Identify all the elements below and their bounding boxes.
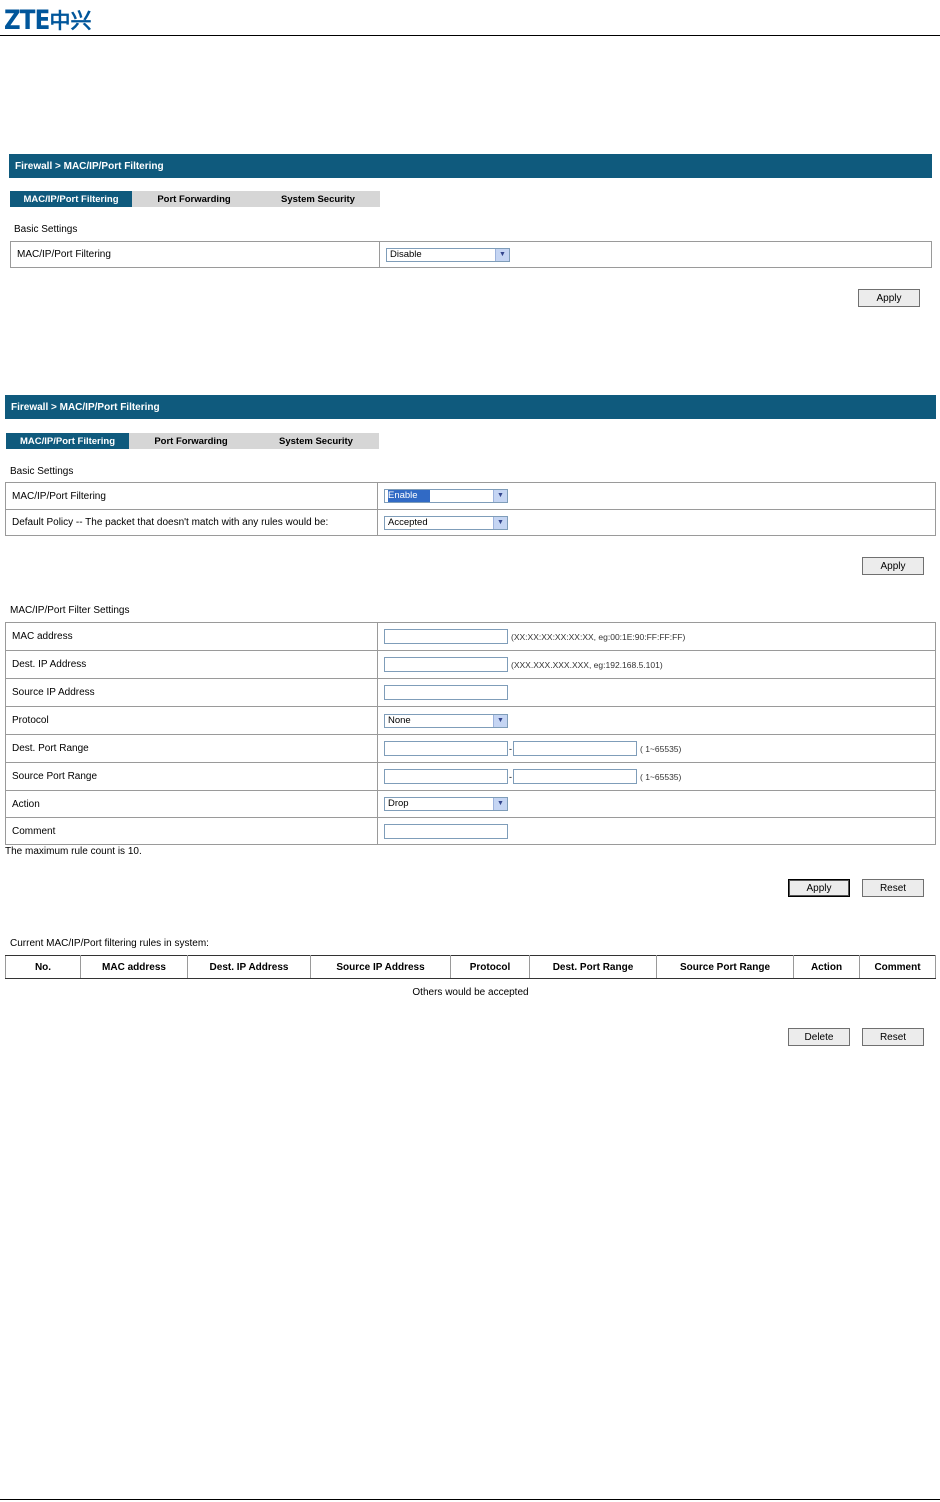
tab-bar-2: MAC/IP/Port Filtering Port Forwarding Sy… [6,433,379,449]
dest-ip-label: Dest. IP Address [5,650,378,679]
basic-settings-heading: Basic Settings [14,224,78,235]
apply-basic-button[interactable]: Apply [862,557,924,575]
protocol-label: Protocol [5,706,378,735]
action-select[interactable]: Drop ▼ [384,797,508,811]
source-ip-cell [377,678,936,707]
source-ip-label: Source IP Address [5,678,378,707]
mac-address-cell: (XX:XX:XX:XX:XX:XX, eg:00:1E:90:FF:FF:FF… [377,622,936,651]
footer-divider [0,1499,940,1500]
filtering-select-value-2: Enable [388,490,430,502]
comment-label: Comment [5,817,378,845]
reset-filter-button[interactable]: Reset [862,879,924,897]
tab-system-security-2[interactable]: System Security [253,433,379,449]
zte-logo: ZTE 中兴 [4,4,92,36]
tab-mac-ip-port-filtering-2[interactable]: MAC/IP/Port Filtering [6,433,129,449]
source-port-label: Source Port Range [5,762,378,791]
filtering-select[interactable]: Disable ▼ [386,247,510,262]
page-title-2: Firewall > MAC/IP/Port Filtering [11,401,160,413]
default-policy-label: Default Policy -- The packet that doesn'… [5,509,378,536]
protocol-value: None [388,714,411,726]
rules-col-source-port: Source Port Range [656,955,794,979]
chevron-down-icon: ▼ [493,714,507,727]
tab-mac-ip-port-filtering[interactable]: MAC/IP/Port Filtering [10,191,132,207]
chevron-down-icon: ▼ [493,490,507,502]
filtering-cell-2: Enable ▼ [377,482,936,510]
source-port-end-input[interactable] [513,769,637,784]
rules-footer: Others would be accepted [412,987,529,998]
source-port-hint: ( 1~65535) [640,771,682,782]
rules-heading: Current MAC/IP/Port filtering rules in s… [10,938,209,949]
chevron-down-icon: ▼ [495,248,509,261]
source-port-start-input[interactable] [384,769,508,784]
rules-col-protocol: Protocol [450,955,530,979]
page-title: Firewall > MAC/IP/Port Filtering [15,160,164,172]
dest-port-cell: - ( 1~65535) [377,734,936,763]
reset-rules-button[interactable]: Reset [862,1028,924,1046]
source-port-cell: - ( 1~65535) [377,762,936,791]
comment-input[interactable] [384,823,508,839]
page-title-bar: Firewall > MAC/IP/Port Filtering [9,154,932,178]
dest-ip-input[interactable] [384,657,508,672]
dest-ip-hint: (XXX.XXX.XXX.XXX, eg:192.168.5.101) [511,659,663,670]
logo-chinese: 中兴 [49,9,92,33]
dest-port-start-input[interactable] [384,741,508,756]
tab-bar: MAC/IP/Port Filtering Port Forwarding Sy… [10,191,380,207]
tab-port-forwarding[interactable]: Port Forwarding [132,191,256,207]
protocol-cell: None ▼ [377,706,936,735]
rules-col-dest-port: Dest. Port Range [529,955,657,979]
chevron-down-icon: ▼ [493,798,507,810]
rules-col-source-ip: Source IP Address [310,955,451,979]
rules-col-comment: Comment [859,955,936,979]
rules-col-dest-ip: Dest. IP Address [187,955,311,979]
rules-col-no: No. [5,955,81,979]
dest-port-label: Dest. Port Range [5,734,378,763]
protocol-select[interactable]: None ▼ [384,713,508,728]
basic-settings-table-2: MAC/IP/Port Filtering Enable ▼ Default P… [5,482,936,536]
apply-button[interactable]: Apply [858,289,920,307]
action-value: Drop [388,798,409,809]
filter-settings-table: MAC address (XX:XX:XX:XX:XX:XX, eg:00:1E… [5,622,936,845]
default-policy-cell: Accepted ▼ [377,509,936,536]
mac-address-hint: (XX:XX:XX:XX:XX:XX, eg:00:1E:90:FF:FF:FF… [511,631,686,642]
delete-button[interactable]: Delete [788,1028,850,1046]
mac-address-input[interactable] [384,629,508,644]
filtering-label-2: MAC/IP/Port Filtering [5,482,378,510]
default-policy-select[interactable]: Accepted ▼ [384,515,508,530]
dest-port-end-input[interactable] [513,741,637,756]
mac-address-label: MAC address [5,622,378,651]
default-policy-value: Accepted [388,516,428,528]
comment-cell [377,817,936,845]
filtering-cell: Disable ▼ [379,241,932,268]
basic-settings-table: MAC/IP/Port Filtering Disable ▼ [10,241,932,268]
filtering-select-2[interactable]: Enable ▼ [384,489,508,503]
rules-table: No. MAC address Dest. IP Address Source … [5,955,936,979]
range-dash: - [509,743,512,754]
range-dash: - [509,771,512,782]
tab-system-security[interactable]: System Security [256,191,380,207]
rules-col-action: Action [793,955,860,979]
action-label: Action [5,790,378,818]
header-divider [0,35,940,36]
tab-port-forwarding-2[interactable]: Port Forwarding [129,433,253,449]
source-ip-input[interactable] [384,685,508,700]
page-title-bar-2: Firewall > MAC/IP/Port Filtering [5,395,936,419]
logo-latin: ZTE [4,4,50,36]
max-rule-note: The maximum rule count is 10. [5,846,142,857]
filter-settings-heading: MAC/IP/Port Filter Settings [10,605,130,616]
dest-port-hint: ( 1~65535) [640,743,682,754]
filtering-label: MAC/IP/Port Filtering [10,241,380,268]
apply-filter-button[interactable]: Apply [788,879,850,897]
filtering-select-value: Disable [390,248,422,260]
action-cell: Drop ▼ [377,790,936,818]
basic-settings-heading-2: Basic Settings [10,466,74,477]
rules-col-mac: MAC address [80,955,188,979]
chevron-down-icon: ▼ [493,516,507,529]
dest-ip-cell: (XXX.XXX.XXX.XXX, eg:192.168.5.101) [377,650,936,679]
